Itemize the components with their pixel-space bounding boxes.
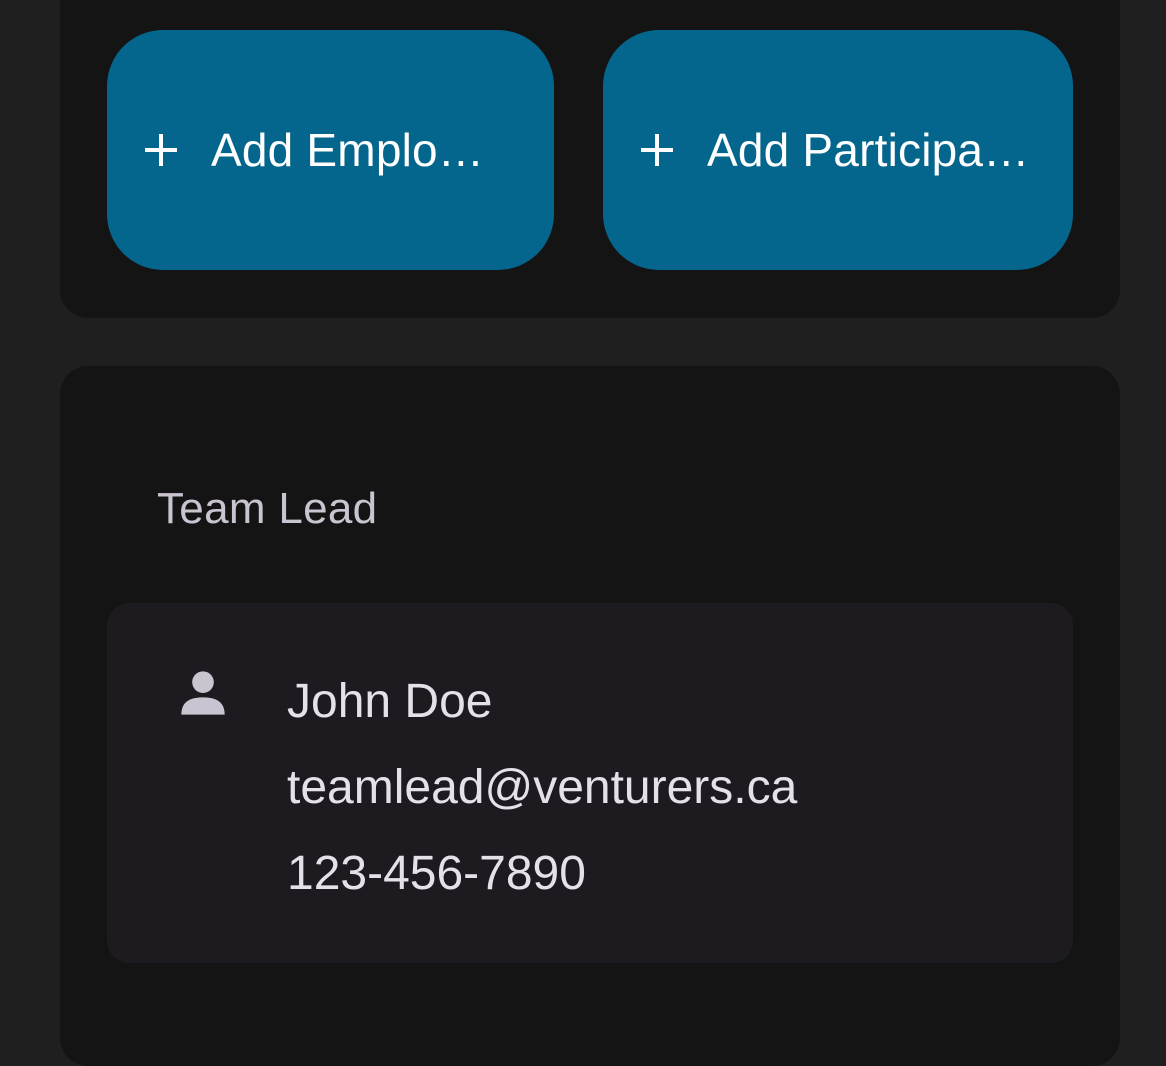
team-lead-contact[interactable]: John Doe teamlead@venturers.ca 123-456-7… <box>107 603 1073 963</box>
contact-email: teamlead@venturers.ca <box>287 761 798 814</box>
team-lead-card: Team Lead John Doe teamlead@venturers.ca… <box>60 366 1120 1066</box>
actions-card: Add Employ… Add Participa… <box>60 0 1120 318</box>
section-title: Team Lead <box>157 484 378 533</box>
screen: { "actions": { "add_employee_label": "Ad… <box>0 0 1166 1066</box>
add-participant-button[interactable]: Add Participa… <box>603 30 1073 270</box>
add-participant-label: Add Participa… <box>707 124 1030 176</box>
contact-phone: 123-456-7890 <box>287 847 586 900</box>
plus-icon <box>145 134 177 166</box>
person-icon <box>181 671 225 715</box>
plus-icon <box>641 134 673 166</box>
add-employee-label: Add Employ… <box>211 124 501 176</box>
contact-details: John Doe teamlead@venturers.ca 123-456-7… <box>287 669 797 917</box>
contact-name: John Doe <box>287 675 493 728</box>
add-employee-button[interactable]: Add Employ… <box>107 30 554 270</box>
